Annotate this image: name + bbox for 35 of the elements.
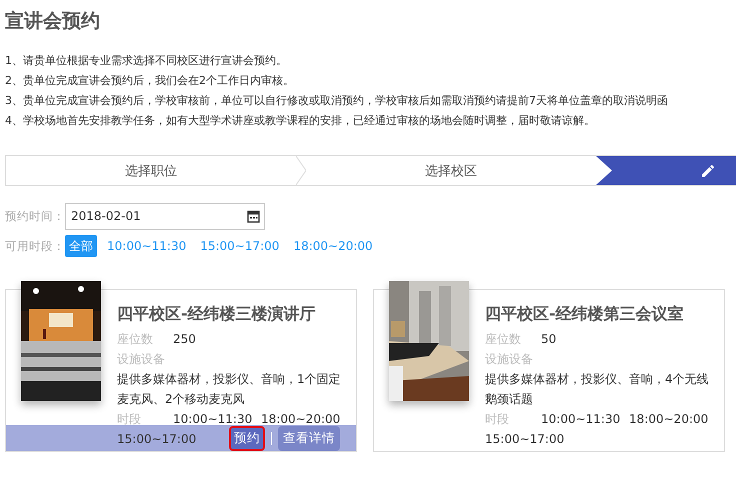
period-option[interactable]: 10:00~11:30 <box>103 235 190 257</box>
room-name: 四平校区-经纬楼三楼演讲厅 <box>117 303 316 325</box>
time-slot: 18:00~20:00 <box>629 412 708 426</box>
period-option[interactable]: 18:00~20:00 <box>289 235 377 257</box>
notice-text: 4、学校场地首先安排教学任务，如有大型学术讲座或教学课程的安排，已经通过审核的场地会随时调整，届时敬请谅解。 <box>5 113 595 129</box>
seats-label: 座位数 <box>117 331 154 348</box>
period-label: 可用时段： <box>5 238 65 254</box>
date-label: 预约时间： <box>5 208 65 224</box>
date-field[interactable]: 2018-02-01 <box>65 202 265 230</box>
notice-text: 3、贵单位完成宣讲会预约后，学校审核前，单位可以自行修改或取消预约，学校审核后如需取消预约请提前7天将单位盖章的取消说明函 <box>5 93 668 109</box>
reserve-button[interactable]: 预约 <box>229 426 265 450</box>
time-slot: 15:00~17:00 <box>485 432 564 446</box>
period-option[interactable]: 全部 <box>65 235 97 257</box>
equipment-text: 提供多媒体器材，投影仪、音响，4个无线鹅颈话题 <box>485 371 710 408</box>
time-label: 时段 <box>485 411 510 428</box>
notice-text: 2、贵单位完成宣讲会预约后，我们会在2个工作日内审核。 <box>5 73 294 89</box>
equipment-label: 设施设备 <box>117 351 165 368</box>
equipment-label: 设施设备 <box>485 351 533 368</box>
room-name: 四平校区-经纬楼第三会议室 <box>485 303 684 325</box>
time-slot: 15:00~17:00 <box>117 432 196 446</box>
period-option[interactable]: 15:00~17:00 <box>196 235 284 257</box>
time-slot: 18:00~20:00 <box>261 412 340 426</box>
details-button[interactable]: 查看详情 <box>278 426 340 450</box>
equipment-text: 提供多媒体器材，投影仪、音响，1个固定麦克风、2个移动麦克风 <box>117 371 342 408</box>
seats-value: 50 <box>541 331 556 348</box>
pencil-icon <box>701 164 715 178</box>
seats-value: 250 <box>173 331 196 348</box>
step-tab[interactable] <box>596 156 736 185</box>
time-slot: 10:00~11:30 <box>173 412 252 426</box>
calendar-icon[interactable] <box>247 210 260 222</box>
time-label: 时段 <box>117 411 142 428</box>
page-title: 宣讲会预约 <box>5 9 100 34</box>
time-slot: 10:00~11:30 <box>541 412 620 426</box>
notice-text: 1、请贵单位根据专业需求选择不同校区进行宣讲会预约。 <box>5 53 287 69</box>
seats-label: 座位数 <box>485 331 522 348</box>
